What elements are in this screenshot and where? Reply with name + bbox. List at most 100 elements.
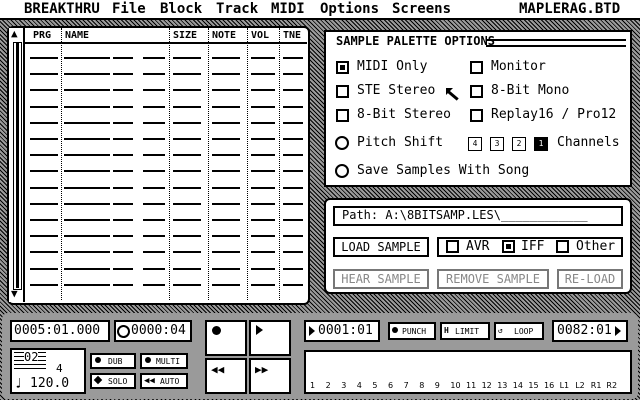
- column-note[interactable]: NOTE: [212, 30, 236, 41]
- channels-4-button[interactable]: 4: [468, 137, 482, 151]
- empty-cell-dash: [143, 121, 165, 124]
- column-size[interactable]: SIZE: [173, 30, 197, 41]
- sample-row[interactable]: [0, 73, 310, 76]
- sample-row[interactable]: [0, 251, 310, 254]
- empty-cell-dash: [212, 170, 240, 173]
- column-prg[interactable]: PRG: [33, 30, 51, 41]
- empty-cell-dash: [283, 170, 303, 173]
- track-label[interactable]: L2: [575, 381, 585, 390]
- sample-row[interactable]: [0, 57, 310, 59]
- empty-cell-dash: [173, 235, 201, 238]
- track-label[interactable]: 4: [357, 381, 362, 390]
- track-label[interactable]: 2: [326, 381, 331, 390]
- scroll-down-arrow[interactable]: ▼: [11, 287, 18, 300]
- ste-stereo-checkbox[interactable]: [336, 85, 349, 98]
- track-label[interactable]: 8: [419, 381, 424, 390]
- sample-row[interactable]: [0, 219, 310, 221]
- empty-cell-dash: [173, 186, 201, 189]
- empty-cell-dash: [212, 283, 240, 286]
- menu-options[interactable]: Options: [320, 1, 379, 17]
- track-label[interactable]: R1: [591, 381, 602, 390]
- avr-checkbox[interactable]: [446, 240, 459, 253]
- sample-row[interactable]: [0, 89, 310, 92]
- empty-cell-dash: [212, 154, 240, 157]
- empty-cell-dash: [30, 267, 58, 270]
- menu-midi[interactable]: MIDI: [271, 1, 305, 17]
- sample-row[interactable]: [0, 186, 310, 189]
- menu-file[interactable]: File: [112, 1, 146, 17]
- empty-cell-dash: [113, 57, 133, 59]
- empty-cell-dash: [251, 267, 275, 270]
- menu-breakthru[interactable]: BREAKTHRU: [24, 1, 100, 17]
- sample-row[interactable]: [0, 267, 310, 270]
- column-divider: [247, 28, 248, 300]
- sample-row[interactable]: [0, 121, 310, 124]
- track-label[interactable]: 11: [466, 381, 476, 390]
- empty-cell-dash: [173, 202, 201, 205]
- other-checkbox[interactable]: [556, 240, 569, 253]
- scroll-up-arrow[interactable]: ▲: [11, 27, 18, 40]
- channels-2-button[interactable]: 2: [512, 137, 526, 151]
- track-label[interactable]: 16: [544, 381, 554, 390]
- sample-row[interactable]: [0, 235, 310, 238]
- replay16-checkbox[interactable]: [470, 109, 483, 122]
- hear-sample-button[interactable]: HEAR SAMPLE: [333, 269, 429, 289]
- clock-icon: [117, 325, 130, 338]
- empty-cell-dash: [113, 89, 133, 92]
- iff-checkbox[interactable]: [502, 240, 515, 253]
- empty-cell-dash: [251, 235, 275, 238]
- remove-sample-button[interactable]: REMOVE SAMPLE: [437, 269, 549, 289]
- empty-cell-dash: [64, 89, 110, 92]
- track-label[interactable]: 9: [435, 381, 440, 390]
- empty-cell-dash: [283, 73, 303, 76]
- column-vol[interactable]: VOL: [251, 30, 269, 41]
- empty-cell-dash: [283, 105, 303, 108]
- file-name: MAPLERAG.BTD: [519, 1, 621, 17]
- empty-cell-dash: [143, 235, 165, 238]
- sample-row[interactable]: [0, 170, 310, 173]
- sample-list-panel: [7, 26, 310, 305]
- sample-row[interactable]: [0, 154, 310, 157]
- multi-icon: [145, 357, 151, 363]
- sample-row[interactable]: [0, 105, 310, 108]
- column-tne[interactable]: TNE: [283, 30, 301, 41]
- track-label[interactable]: R2: [606, 381, 617, 390]
- reload-button[interactable]: RE-LOAD: [557, 269, 623, 289]
- track-label[interactable]: L1: [560, 381, 570, 390]
- pitch-shift-radio[interactable]: [335, 136, 349, 150]
- track-label[interactable]: 5: [372, 381, 377, 390]
- track-label[interactable]: 6: [388, 381, 393, 390]
- empty-cell-dash: [113, 121, 133, 124]
- channels-1-button[interactable]: 1: [534, 137, 548, 151]
- menu-block[interactable]: Block: [160, 1, 202, 17]
- empty-cell-dash: [143, 170, 165, 173]
- midi-only-checkbox[interactable]: [336, 61, 349, 74]
- eight-bit-mono-checkbox[interactable]: [470, 85, 483, 98]
- track-label[interactable]: 3: [341, 381, 346, 390]
- empty-cell-dash: [251, 73, 275, 76]
- sample-row[interactable]: [0, 202, 310, 205]
- eight-bit-stereo-checkbox[interactable]: [336, 109, 349, 122]
- menu-track[interactable]: Track: [216, 1, 258, 17]
- load-sample-button[interactable]: LOAD SAMPLE: [333, 237, 429, 257]
- channels-3-button[interactable]: 3: [490, 137, 504, 151]
- track-label[interactable]: 7: [404, 381, 409, 390]
- record-button[interactable]: [205, 320, 247, 356]
- column-name[interactable]: NAME: [65, 30, 89, 41]
- menu-screens[interactable]: Screens: [392, 1, 451, 17]
- empty-cell-dash: [64, 202, 110, 205]
- pitch-shift-label: Pitch Shift: [357, 135, 444, 150]
- save-samples-label: Save Samples With Song: [357, 163, 530, 178]
- monitor-checkbox[interactable]: [470, 61, 483, 74]
- save-samples-radio[interactable]: [335, 164, 349, 178]
- empty-cell-dash: [173, 267, 201, 270]
- empty-cell-dash: [251, 219, 275, 221]
- track-label[interactable]: 15: [528, 381, 538, 390]
- track-label[interactable]: 10: [450, 381, 460, 390]
- track-label[interactable]: 1: [310, 381, 315, 390]
- sample-row[interactable]: [0, 283, 310, 286]
- sample-row[interactable]: [0, 138, 310, 140]
- track-label[interactable]: 13: [497, 381, 507, 390]
- track-label[interactable]: 14: [513, 381, 523, 390]
- track-label[interactable]: 12: [482, 381, 492, 390]
